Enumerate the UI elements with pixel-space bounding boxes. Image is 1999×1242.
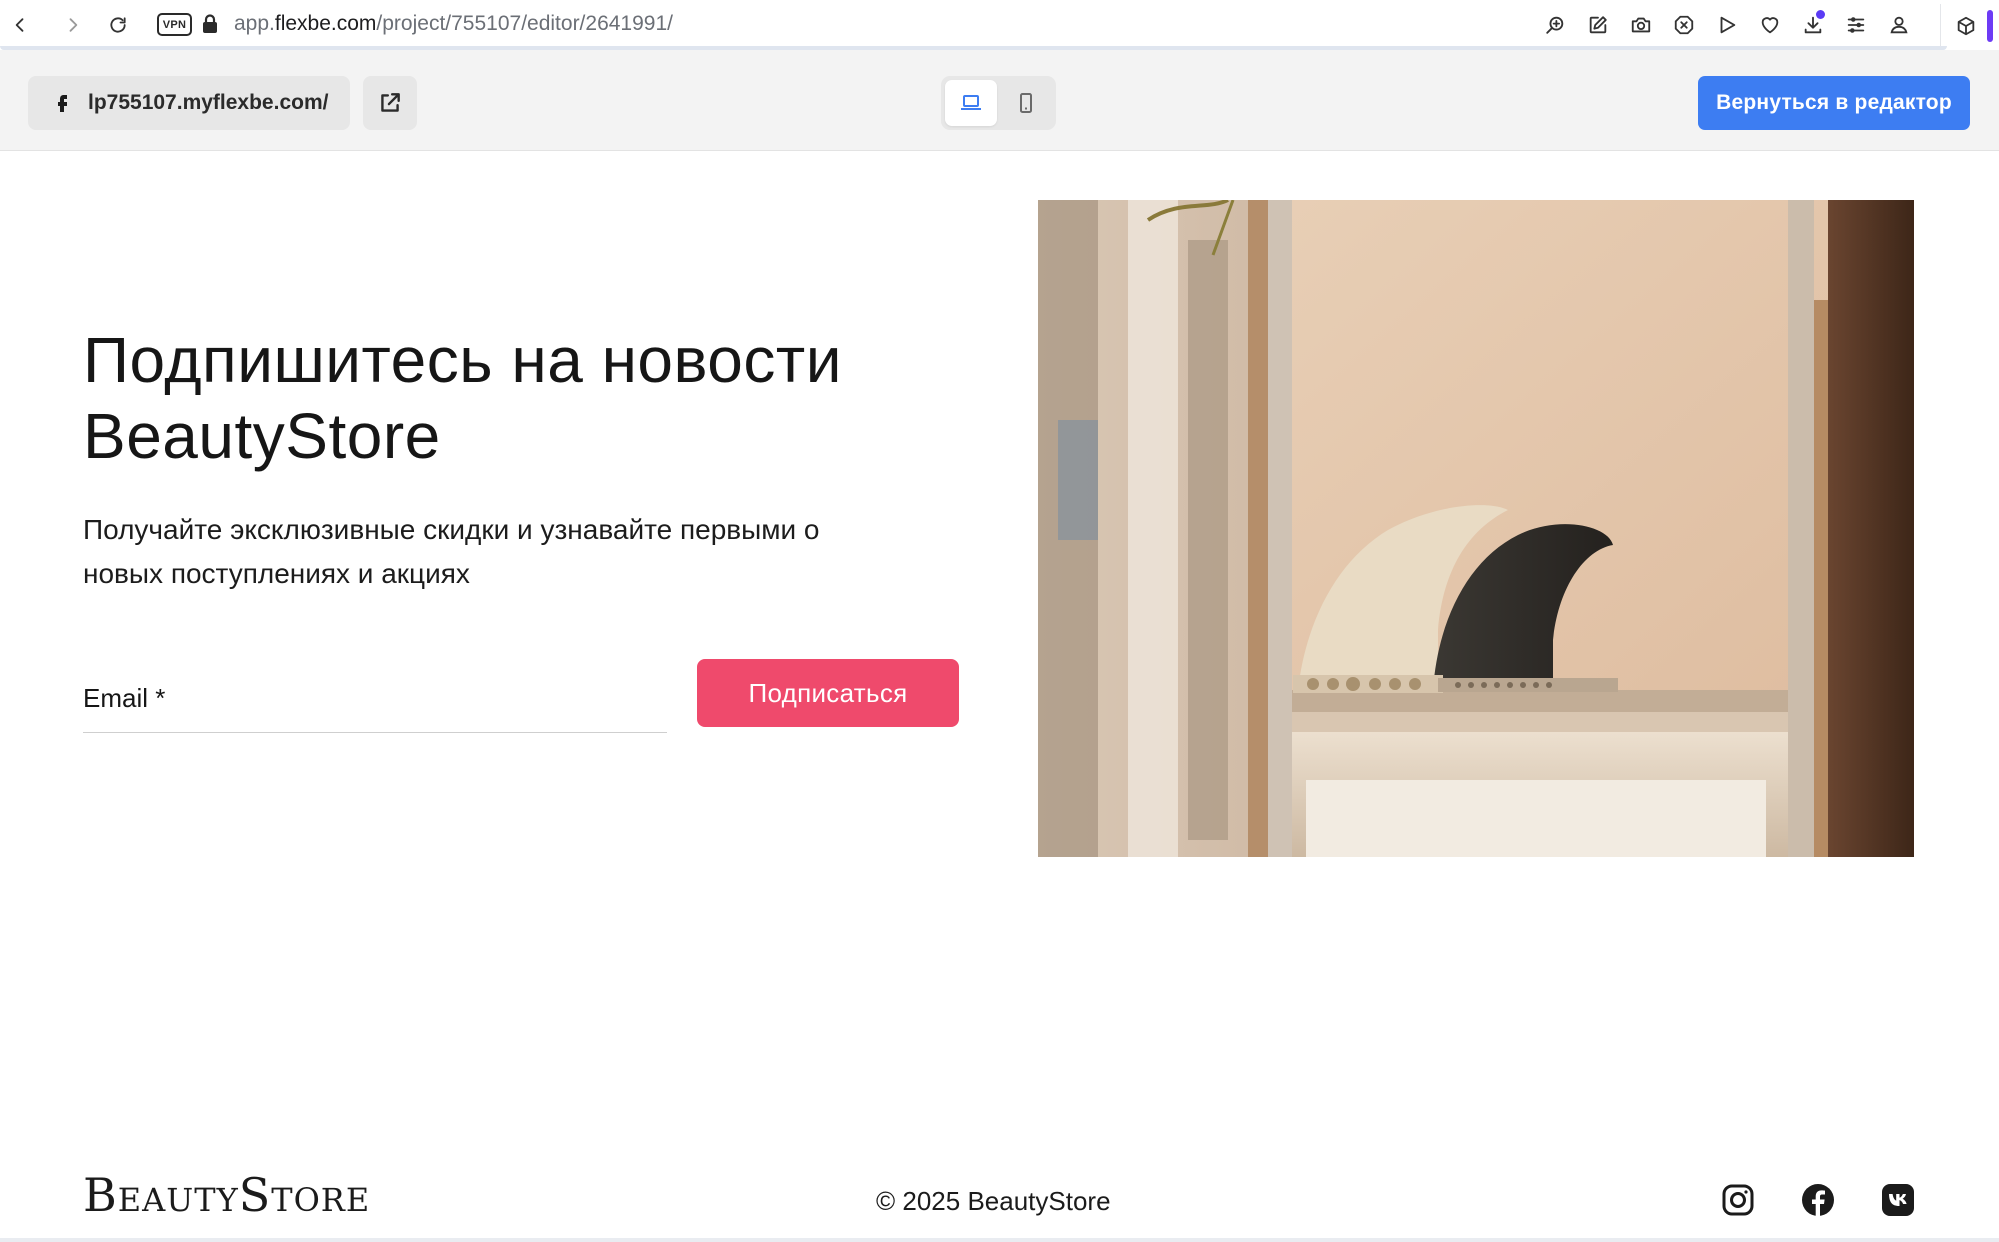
page-subtitle-line-1: Получайте эксклюзивные скидки и узнавайт… xyxy=(83,514,820,545)
vpn-badge[interactable]: VPN xyxy=(157,13,192,36)
customize-button[interactable] xyxy=(1841,10,1870,39)
close-circle-icon xyxy=(1674,15,1693,34)
screenshot-button[interactable] xyxy=(1626,10,1655,39)
favorites-button[interactable] xyxy=(1755,10,1784,39)
copyright: © 2025 BeautyStore xyxy=(876,1186,1111,1216)
desktop-view-button[interactable] xyxy=(945,80,997,126)
forward-button[interactable] xyxy=(59,11,87,39)
address-bar[interactable]: app.flexbe.com/project/755107/editor/264… xyxy=(234,12,673,36)
zoom-in-icon xyxy=(1545,16,1563,34)
profile-button[interactable] xyxy=(1884,10,1913,39)
page-title: Подпишитесь на новости BeautyStore xyxy=(83,322,983,474)
reload-button[interactable] xyxy=(104,11,132,39)
notification-dot xyxy=(1816,10,1825,19)
open-in-new-tab-button[interactable] xyxy=(363,76,417,130)
profile-icon xyxy=(1889,16,1908,33)
camera-icon xyxy=(1631,17,1650,32)
settings-sliders-icon xyxy=(1847,16,1864,33)
facebook-link[interactable] xyxy=(1801,1183,1835,1217)
laptop-icon xyxy=(960,95,981,110)
vk-link[interactable] xyxy=(1881,1183,1915,1217)
footer-logo[interactable]: BeautyStore xyxy=(83,1168,370,1222)
vk-icon xyxy=(1882,1184,1914,1216)
page-bottom-border xyxy=(0,1238,1999,1242)
browser-toolbar-icons xyxy=(1540,10,1913,40)
zoom-button[interactable] xyxy=(1540,10,1569,39)
chevron-right-icon xyxy=(69,18,78,32)
facebook-icon xyxy=(1802,1184,1834,1216)
hero-image xyxy=(1038,200,1914,857)
subscribe-button[interactable]: Подписаться xyxy=(697,659,959,727)
page-title-line-1: Подпишитесь на новости xyxy=(83,324,842,396)
chevron-left-icon xyxy=(15,18,24,32)
url-domain: flexbe.com xyxy=(274,12,377,35)
email-field[interactable]: Email * xyxy=(83,664,667,733)
instagram-link[interactable] xyxy=(1721,1183,1755,1217)
preview-toolbar: lp755107.myflexbe.com/ Вернуться в редак… xyxy=(0,50,1999,151)
url-path: /project/755107/editor/2641991/ xyxy=(376,12,673,35)
play-icon xyxy=(1720,16,1735,33)
email-input[interactable] xyxy=(83,664,667,732)
reload-icon xyxy=(110,17,126,33)
instagram-icon xyxy=(1722,1184,1754,1216)
browser-toolbar: VPN app.flexbe.com/project/755107/editor… xyxy=(0,0,1999,50)
sidebar-accent-bar xyxy=(1987,10,1993,42)
social-links xyxy=(1721,1183,1915,1217)
back-button[interactable] xyxy=(6,11,34,39)
page-subtitle: Получайте эксклюзивные скидки и узнавайт… xyxy=(83,508,963,596)
url-prefix: app. xyxy=(234,12,275,35)
site-address-pill[interactable]: lp755107.myflexbe.com/ xyxy=(28,76,350,130)
edit-button[interactable] xyxy=(1583,10,1612,39)
mobile-view-button[interactable] xyxy=(1001,80,1053,126)
page-title-line-2: BeautyStore xyxy=(83,400,441,472)
phone-icon xyxy=(1020,93,1033,113)
player-button[interactable] xyxy=(1712,10,1741,39)
page-subtitle-line-2: новых поступлениях и акциях xyxy=(83,558,470,589)
flexbe-logo-icon xyxy=(58,95,67,112)
cube-icon xyxy=(1957,16,1975,36)
back-to-editor-button[interactable]: Вернуться в редактор xyxy=(1698,76,1970,130)
heart-icon xyxy=(1761,16,1778,33)
device-toggle xyxy=(941,76,1056,130)
external-link-icon xyxy=(381,93,400,112)
edit-icon xyxy=(1589,15,1607,33)
site-url: lp755107.myflexbe.com/ xyxy=(88,91,329,114)
lock-icon[interactable] xyxy=(200,13,220,35)
downloads-button[interactable] xyxy=(1798,10,1827,39)
extension-panel-tab[interactable] xyxy=(1940,4,1999,48)
adblock-button[interactable] xyxy=(1669,10,1698,39)
